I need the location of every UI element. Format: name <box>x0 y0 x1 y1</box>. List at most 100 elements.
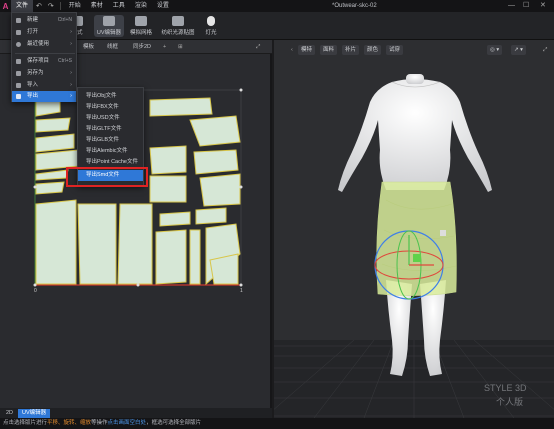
export-glb[interactable]: 导出GLB文件 <box>78 135 143 146</box>
file-menu-save-label: 保存项目 <box>27 58 50 64</box>
uv-piece <box>35 133 75 153</box>
file-menu-open[interactable]: 打开 › <box>12 27 76 38</box>
uv-piece <box>193 149 239 175</box>
watermark-line-2: 个人版 <box>496 397 524 407</box>
toolbar-light-label: 灯光 <box>205 30 217 36</box>
main-toolbar: 款式 UV编辑器 模拟网格 纺织光源贴图 灯光 <box>0 12 554 40</box>
app-logo: A <box>2 1 9 11</box>
editor-tabs: 2D UV编辑器 <box>0 408 272 418</box>
uv-handle <box>136 283 140 287</box>
new-icon <box>16 18 21 23</box>
clock-icon <box>16 42 21 47</box>
lightmap-icon <box>172 16 184 26</box>
toolbar-uv-editor-button[interactable]: UV编辑器 <box>94 15 124 37</box>
export-fbx[interactable]: 导出FBX文件 <box>78 102 143 113</box>
status-link[interactable]: 点击画面空白处 <box>108 420 147 426</box>
open-icon <box>16 30 21 35</box>
toolbar-lightmap-label: 纺织光源贴图 <box>161 30 195 36</box>
scene-svg[interactable] <box>274 40 554 418</box>
uv-piece <box>189 229 201 285</box>
uv-handle <box>239 283 243 287</box>
chevron-right-icon: › <box>70 29 72 35</box>
file-menu-save-as[interactable]: 另存为 › <box>12 68 76 79</box>
uv-editor-icon <box>103 16 115 26</box>
toolbar-uv-editor-label: UV编辑器 <box>96 30 122 36</box>
uv-piece <box>35 199 77 285</box>
uv-piece <box>149 175 187 203</box>
file-menu-new[interactable]: 新建 Ctrl+N <box>12 15 76 26</box>
uv-handle <box>239 88 243 92</box>
file-menu-save[interactable]: 保存项目 Ctrl+S <box>12 56 76 67</box>
file-menu-export-label: 导出 <box>27 93 39 99</box>
file-menu-open-label: 打开 <box>27 29 39 35</box>
light-icon <box>207 16 215 26</box>
status-mid: 等操作 <box>91 420 108 426</box>
export-obj[interactable]: 导出Obj文件 <box>78 91 143 102</box>
menu-tools[interactable]: 工具 <box>108 0 130 12</box>
uv-piece <box>195 207 227 225</box>
toolbar-light-button[interactable]: 灯光 <box>196 15 226 37</box>
highlight-box <box>66 167 148 187</box>
mesh-icon <box>135 16 147 26</box>
tab-uv-editor[interactable]: UV编辑器 <box>18 409 51 418</box>
menu-bar: A 文件 ↶ ↷ 开始 素材 工具 渲染 设置 *Outwear-skc-02 … <box>0 0 554 12</box>
file-menu-new-label: 新建 <box>27 17 39 23</box>
file-menu-import[interactable]: 导入 › <box>12 80 76 91</box>
wireframe-toggle[interactable]: 线框 <box>104 42 121 52</box>
uv-handle <box>239 185 243 189</box>
menu-start[interactable]: 开始 <box>64 0 86 12</box>
uv-axis-end-label: 1 <box>240 288 243 294</box>
chevron-right-icon: › <box>70 93 72 99</box>
grid-icon[interactable]: ⊞ <box>175 42 186 52</box>
menu-file[interactable]: 文件 <box>11 0 34 12</box>
add-icon[interactable]: + <box>160 42 169 52</box>
export-alembic[interactable]: 导出Alembic文件 <box>78 146 143 157</box>
file-menu-export[interactable]: 导出 › <box>12 91 76 102</box>
template-toggle[interactable]: 模板 <box>80 42 97 52</box>
uv-piece <box>77 203 117 285</box>
menu-divider <box>15 53 75 54</box>
uv-piece <box>149 145 187 175</box>
file-menu: 新建 Ctrl+N 打开 › 最近使用 › 保存项目 Ctrl+S 另存为 › 导入 › 导… <box>11 12 77 102</box>
save-icon <box>16 59 21 64</box>
maximize-button[interactable]: ☐ <box>523 0 529 12</box>
file-menu-recent[interactable]: 最近使用 › <box>12 39 76 50</box>
menu-settings[interactable]: 设置 <box>152 0 174 12</box>
uv-piece <box>117 203 153 285</box>
toolbar-mesh-button[interactable]: 模拟网格 <box>126 15 156 37</box>
tab-2d[interactable]: 2D <box>2 409 17 418</box>
uv-handle <box>33 185 37 189</box>
uv-piece <box>159 211 191 227</box>
status-ops: 平移、旋转、缩放 <box>47 420 92 426</box>
menu-render[interactable]: 渲染 <box>130 0 152 12</box>
status-bar: 点击选择版片进行平移、旋转、缩放等操作点击画面空白处，框选可选择全部版片 <box>0 418 554 429</box>
watermark-line-1: STYLE 3D <box>484 383 527 393</box>
chevron-right-icon: › <box>70 82 72 88</box>
chevron-right-icon: › <box>70 70 72 76</box>
export-gltf[interactable]: 导出GLTF文件 <box>78 124 143 135</box>
status-suffix: ，框选可选择全部版片 <box>146 420 202 426</box>
toolbar-lightmap-button[interactable]: 纺织光源贴图 <box>158 15 198 37</box>
import-icon <box>16 83 21 88</box>
uv-axis-origin-label: 0 <box>34 288 37 294</box>
toolbar-mesh-label: 模拟网格 <box>129 30 152 36</box>
uv-piece <box>199 173 241 207</box>
uv-piece <box>35 117 71 133</box>
expand-icon[interactable]: ⤢ <box>253 42 263 52</box>
uv-piece <box>35 169 69 181</box>
minimize-button[interactable]: — <box>508 0 515 12</box>
file-menu-save-as-label: 另存为 <box>27 70 44 76</box>
viewport-3d[interactable]: ‹ 模特 面料 补片 颜色 试穿 ◎ ▾ ↗ ▾ ⤢ STYLE 3D 个人版 <box>274 40 554 418</box>
window-title: *Outwear-skc-02 <box>332 3 377 9</box>
export-usd[interactable]: 导出USD文件 <box>78 113 143 124</box>
uv-piece <box>149 97 213 117</box>
sync-2d-toggle[interactable]: 同步2D <box>130 42 154 52</box>
export-icon <box>16 94 21 99</box>
file-menu-save-shortcut: Ctrl+S <box>57 58 72 64</box>
file-menu-new-shortcut: Ctrl+N <box>57 17 72 23</box>
undo-icon[interactable]: ↶ <box>33 2 45 10</box>
redo-icon[interactable]: ↷ <box>45 2 57 10</box>
uv-handle <box>33 283 37 287</box>
menu-material[interactable]: 素材 <box>86 0 108 12</box>
close-button[interactable]: ✕ <box>540 0 546 12</box>
